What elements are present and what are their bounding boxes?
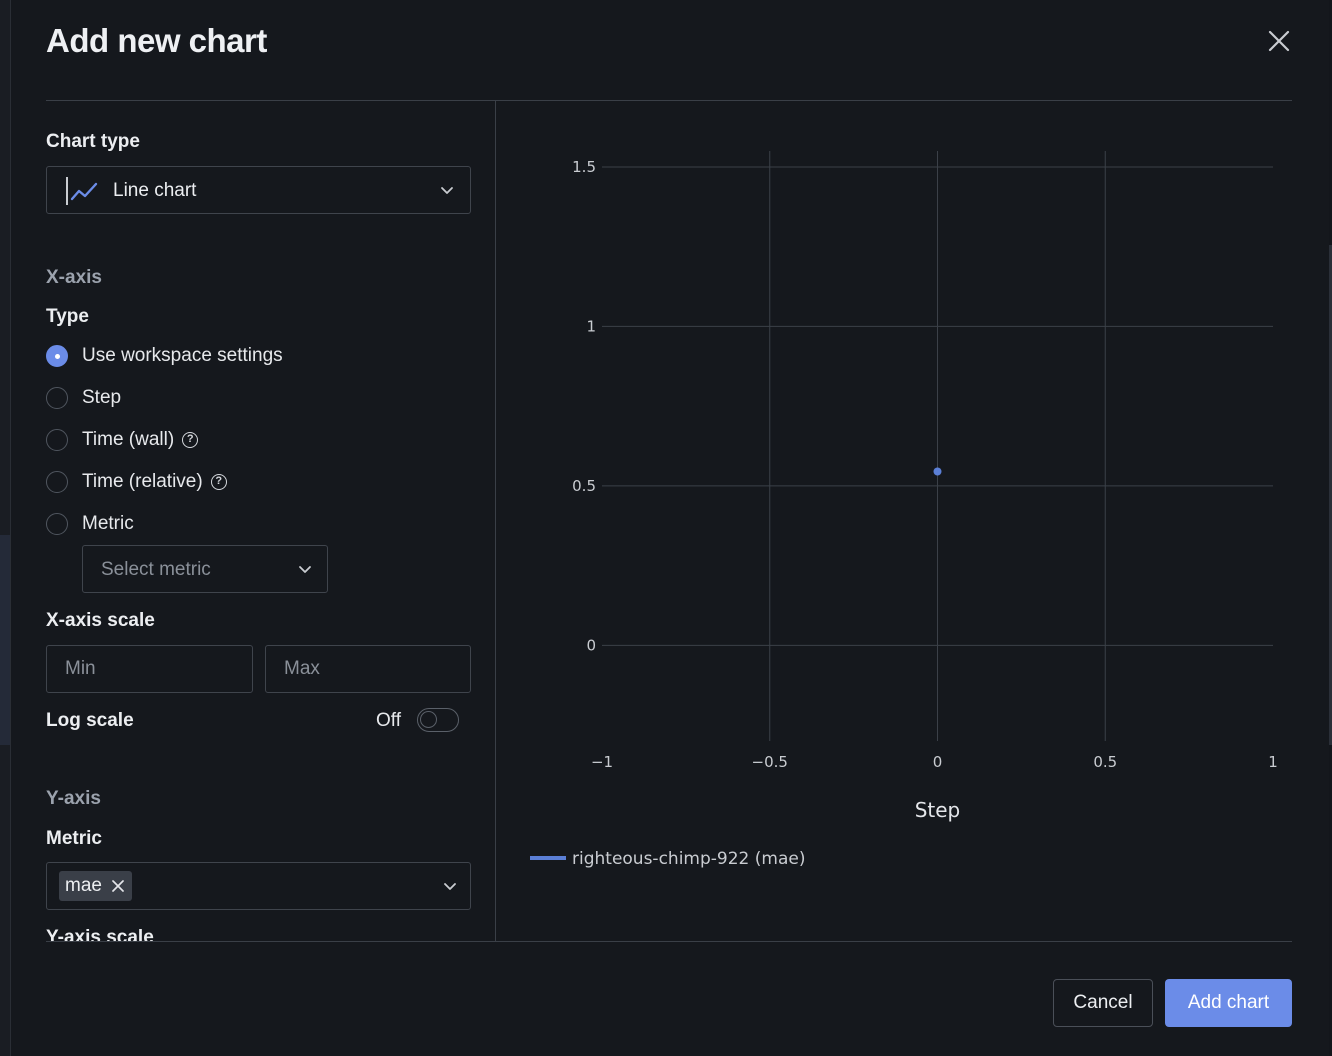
chart-type-label: Chart type <box>46 131 140 152</box>
metric-select-placeholder: Select metric <box>101 559 211 580</box>
metric-chip: mae <box>59 871 132 901</box>
x-axis-type-label: Type <box>46 306 89 327</box>
radio-label: Time (wall) <box>82 429 175 450</box>
x-tick-label: −1 <box>591 753 613 771</box>
add-chart-dialog: Add new chart Chart type Line chart X-ax… <box>10 0 1329 1056</box>
help-icon[interactable]: ? <box>182 432 199 448</box>
metric-chip-label: mae <box>65 875 102 896</box>
y-axis-scale-label: Y-axis scale <box>46 927 154 941</box>
x-tick-label: −0.5 <box>752 753 788 771</box>
close-icon[interactable] <box>1264 26 1294 56</box>
y-axis-metric-label: Metric <box>46 828 102 849</box>
radio-button[interactable] <box>46 345 68 367</box>
x-axis-scale-label: X-axis scale <box>46 610 155 631</box>
radio-metric[interactable]: Metric <box>46 511 134 537</box>
radio-time-relative[interactable]: Time (relative) ? <box>46 469 227 495</box>
x-axis-title: Step <box>915 798 961 822</box>
radio-label: Use workspace settings <box>82 345 283 366</box>
log-scale-state: Off <box>376 710 401 731</box>
radio-button[interactable] <box>46 429 68 451</box>
chart-type-value: Line chart <box>113 180 197 201</box>
data-point <box>933 467 942 476</box>
line-chart-icon <box>70 182 98 201</box>
log-scale-label: Log scale <box>46 710 134 731</box>
radio-step[interactable]: Step <box>46 385 121 411</box>
radio-use-workspace-settings[interactable]: Use workspace settings <box>46 343 283 369</box>
x-axis-section-title: X-axis <box>46 267 102 288</box>
radio-label: Step <box>82 387 122 408</box>
background-panel <box>0 0 10 1056</box>
chevron-down-icon <box>441 187 453 194</box>
chart-type-select[interactable]: Line chart <box>46 166 471 214</box>
chevron-down-icon <box>299 566 311 573</box>
y-axis-metric-select[interactable]: mae <box>46 862 471 910</box>
radio-button[interactable] <box>46 387 68 409</box>
radio-button[interactable] <box>46 471 68 493</box>
panel-divider <box>495 101 496 941</box>
y-tick-label: 1.5 <box>572 158 596 176</box>
remove-icon[interactable] <box>110 878 126 894</box>
settings-panel: Chart type Line chart X-axis Type Use wo… <box>46 101 486 941</box>
x-tick-label: 1 <box>1268 753 1278 771</box>
radio-label: Time (relative) <box>82 471 203 492</box>
radio-time-wall[interactable]: Time (wall) ? <box>46 427 199 453</box>
x-axis-metric-select[interactable]: Select metric <box>82 545 328 593</box>
x-axis-min-input[interactable] <box>46 645 253 693</box>
chevron-down-icon <box>444 883 456 890</box>
x-tick-label: 0.5 <box>1093 753 1117 771</box>
footer-divider <box>46 941 1292 942</box>
cancel-button[interactable]: Cancel <box>1053 979 1153 1027</box>
dialog-title: Add new chart <box>46 22 267 59</box>
y-tick-label: 0.5 <box>572 477 596 495</box>
x-tick-label: 0 <box>933 753 943 771</box>
help-icon[interactable]: ? <box>210 474 227 490</box>
radio-button[interactable] <box>46 513 68 535</box>
legend-label: righteous-chimp-922 (mae) <box>572 849 805 869</box>
y-tick-label: 1 <box>586 317 596 335</box>
chart-preview: 0 0.5 1 1.5 −1 −0.5 0 0.5 1 Step righteous-chimp-9… <box>530 151 1278 869</box>
radio-label: Metric <box>82 513 134 534</box>
y-tick-label: 0 <box>586 636 596 654</box>
background-highlight <box>0 535 10 745</box>
y-axis-section-title: Y-axis <box>46 788 101 809</box>
x-axis-max-input[interactable] <box>265 645 471 693</box>
text-cursor <box>66 177 68 205</box>
add-chart-button[interactable]: Add chart <box>1165 979 1292 1027</box>
log-scale-toggle[interactable] <box>417 708 459 732</box>
toggle-knob <box>420 711 437 728</box>
